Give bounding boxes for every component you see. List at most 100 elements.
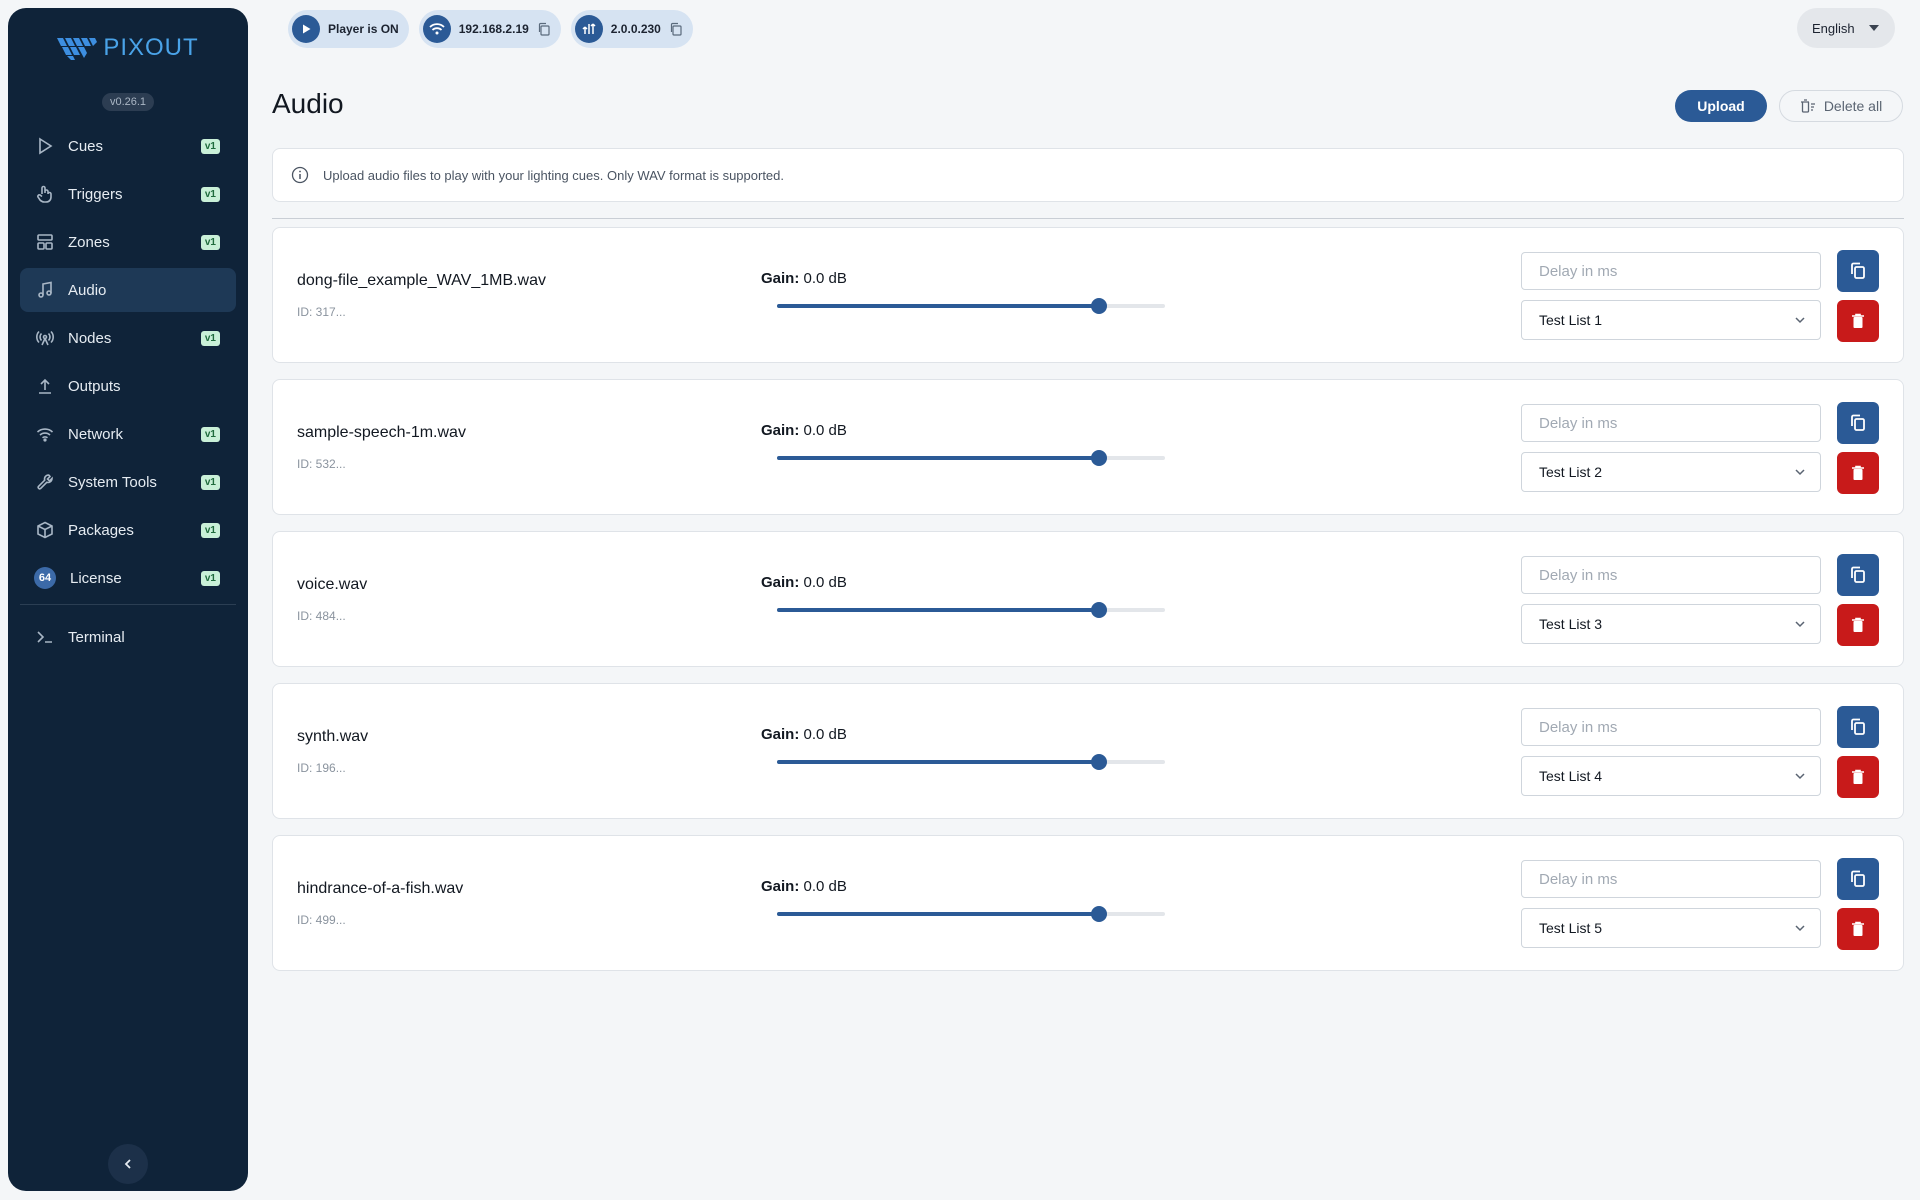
sidebar-item-zones[interactable]: Zones v1 [20,220,236,264]
copy-icon [1851,566,1865,583]
gain-slider[interactable] [777,298,1165,314]
cue-list-value: Test List 4 [1539,768,1603,784]
copy-button[interactable] [1837,706,1879,748]
sidebar-item-outputs[interactable]: Outputs [20,364,236,408]
cue-list-select[interactable]: Test List 3 [1521,604,1821,644]
copy-button[interactable] [1837,858,1879,900]
status-bar: Player is ON 192.168.2.19 2.0.0.230 [288,10,693,48]
gain-slider[interactable] [777,450,1165,466]
sidebar-item-triggers[interactable]: Triggers v1 [20,172,236,216]
upload-button[interactable]: Upload [1675,90,1767,122]
delete-sweep-icon [1800,99,1815,113]
copy-button[interactable] [1837,402,1879,444]
pixout-logo[interactable]: PIXOUT [8,34,248,62]
copy-button[interactable] [1837,554,1879,596]
gain-label: Gain: 0.0 dB [761,878,847,895]
sidebar-item-audio[interactable]: Audio [20,268,236,312]
chevron-down-icon [1795,621,1805,628]
file-id: ID: 499... [297,913,346,927]
slider-thumb[interactable] [1091,450,1108,466]
gain-label: Gain: 0.0 dB [761,270,847,287]
wifi-icon [422,15,451,43]
sidebar-item-packages[interactable]: Packages v1 [20,508,236,552]
play-circle-icon [292,15,320,43]
file-id: ID: 317... [297,305,346,319]
collapse-sidebar-button[interactable] [108,1144,148,1184]
firmware-version-chip[interactable]: 2.0.0.230 [570,10,693,48]
chevron-left-icon [124,1159,131,1169]
copy-icon [1851,718,1865,735]
player-status-chip[interactable]: Player is ON [288,10,409,48]
sidebar-item-label: Audio [68,281,107,299]
gain-label-key: Gain: [761,878,800,895]
sidebar-item-label: System Tools [68,473,157,491]
delete-all-button[interactable]: Delete all [1779,90,1903,122]
file-name: hindrance-of-a-fish.wav [297,880,464,897]
music-note-icon [36,281,54,299]
version-badge: v1 [200,475,220,490]
copy-button[interactable] [1837,250,1879,292]
sidebar-item-cues[interactable]: Cues v1 [20,124,236,168]
copy-icon[interactable] [669,22,683,36]
slider-thumb[interactable] [1091,602,1108,618]
delete-all-label: Delete all [1823,98,1883,114]
zones-icon [36,233,54,251]
cue-list-select[interactable]: Test List 5 [1521,908,1821,948]
sidebar-item-license[interactable]: 64 License v1 [20,556,236,600]
sidebar-divider [20,604,236,605]
sidebar-item-network[interactable]: Network v1 [20,412,236,456]
gain-label-key: Gain: [761,270,800,287]
logo-grid-icon [57,38,98,60]
gain-slider[interactable] [777,602,1165,618]
cue-list-select[interactable]: Test List 2 [1521,452,1821,492]
file-name: synth.wav [297,728,369,745]
cue-list-select[interactable]: Test List 4 [1521,756,1821,796]
language-value: English [1812,20,1855,36]
delete-button[interactable] [1837,908,1879,950]
sidebar-item-nodes[interactable]: Nodes v1 [20,316,236,360]
trash-icon [1852,769,1864,784]
version-badge: v1 [200,235,220,250]
sidebar-item-label: Network [68,425,124,443]
delete-button[interactable] [1837,452,1879,494]
delay-input[interactable] [1521,252,1821,290]
file-name: sample-speech-1m.wav [297,424,466,441]
cue-list-select[interactable]: Test List 1 [1521,300,1821,340]
delete-button[interactable] [1837,756,1879,798]
slider-thumb[interactable] [1091,298,1108,314]
gain-slider[interactable] [777,906,1165,922]
delay-input[interactable] [1521,556,1821,594]
sidebar-item-terminal[interactable]: Terminal [20,615,236,659]
trash-icon [1852,465,1864,480]
gain-slider[interactable] [777,754,1165,770]
ip-address-chip[interactable]: 192.168.2.19 [418,10,561,48]
license-count-icon: 64 [34,567,56,589]
slider-thumb[interactable] [1091,906,1108,922]
sidebar-item-label: Triggers [68,185,123,203]
sidebar-item-label: Zones [68,233,110,251]
delay-input[interactable] [1521,860,1821,898]
gain-value: 0.0 dB [803,422,847,439]
audio-file-card: sample-speech-1m.wav ID: 532... Gain: 0.… [272,379,1904,515]
copy-icon [1851,262,1865,279]
hand-icon [36,185,54,203]
ip-address-text: 192.168.2.19 [458,22,529,36]
delete-button[interactable] [1837,300,1879,342]
sidebar-item-label: Terminal [68,628,125,646]
antenna-icon [36,329,54,347]
player-status-text: Player is ON [328,22,399,36]
gain-label: Gain: 0.0 dB [761,726,847,743]
copy-icon[interactable] [537,22,551,36]
version-badge: v1 [200,139,220,154]
slider-thumb[interactable] [1091,754,1108,770]
sidebar-item-system-tools[interactable]: System Tools v1 [20,460,236,504]
wifi-icon [36,425,54,443]
gain-label: Gain: 0.0 dB [761,422,847,439]
delete-button[interactable] [1837,604,1879,646]
audio-file-card: voice.wav ID: 484... Gain: 0.0 dB Test L… [272,531,1904,667]
language-select[interactable]: English [1797,8,1895,48]
version-badge: v1 [200,427,220,442]
delay-input[interactable] [1521,404,1821,442]
delay-input[interactable] [1521,708,1821,746]
chevron-down-icon [1795,925,1805,932]
